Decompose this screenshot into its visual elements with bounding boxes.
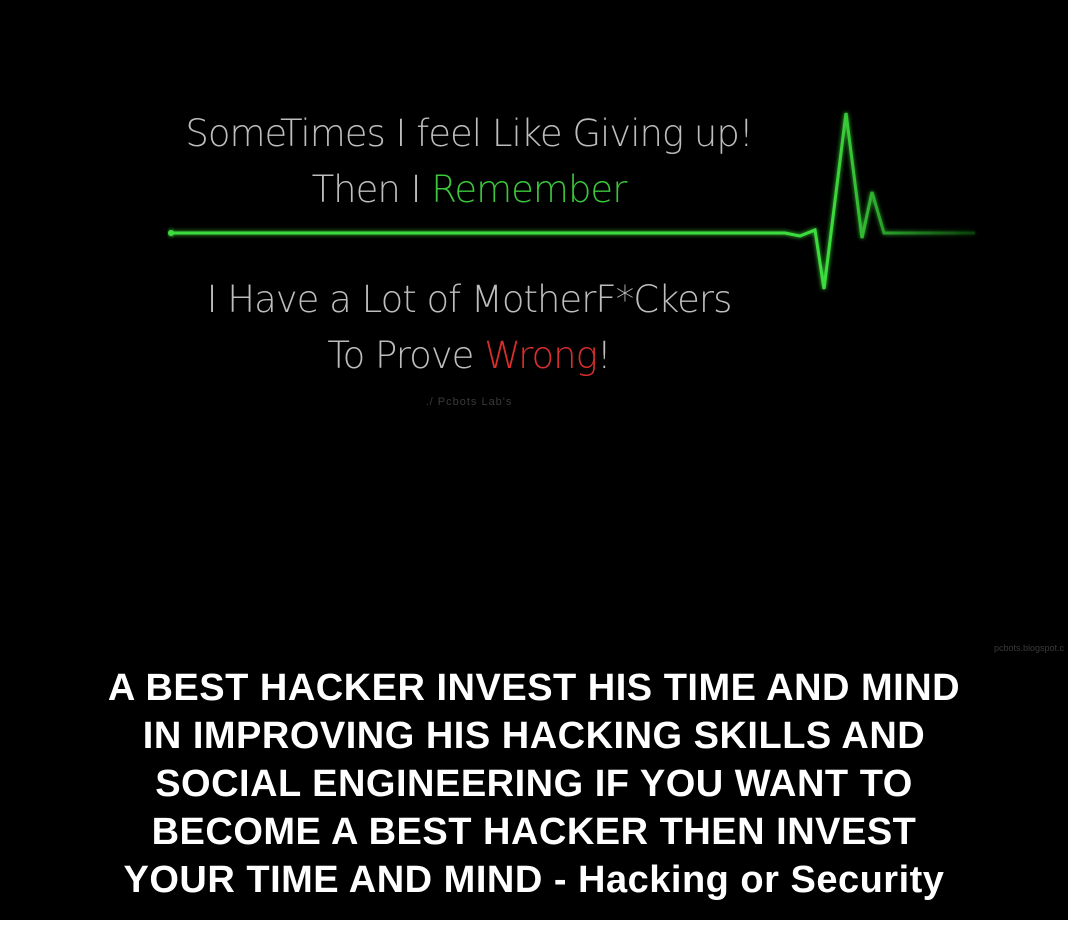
quote-highlight-wrong: Wrong: [484, 334, 598, 377]
caption-line-5: YOUR TIME AND MIND - Hacking or Security: [123, 859, 945, 901]
caption-line-2: IN IMPROVING HIS HACKING SKILLS AND: [142, 715, 926, 757]
bottom-border: [0, 920, 1068, 925]
quote-line-3: I Have a Lot of MotherF*Ckers: [0, 278, 1003, 322]
signature-credit: ./ Pcbots Lab's: [425, 396, 513, 408]
watermark-text: pcbots.blogspot.c: [993, 643, 1064, 653]
caption-line-3: SOCIAL ENGINEERING IF YOU WANT TO: [155, 763, 913, 805]
caption-block: A BEST HACKER INVEST HIS TIME AND MIND I…: [0, 664, 1068, 904]
quote-line-4-suffix: !: [596, 334, 612, 377]
quote-line-4: To Prove Wrong!: [0, 334, 1003, 378]
quote-line-3-text: I Have a Lot of MotherF*Ckers: [206, 278, 733, 321]
caption-line-1: A BEST HACKER INVEST HIS TIME AND MIND: [107, 667, 961, 709]
poster-image: SomeTimes I feel Like Giving up! Then I …: [0, 0, 1068, 925]
quote-line-4-prefix: To Prove: [327, 334, 485, 377]
caption-line-4: BECOME A BEST HACKER THEN INVEST: [151, 811, 917, 853]
